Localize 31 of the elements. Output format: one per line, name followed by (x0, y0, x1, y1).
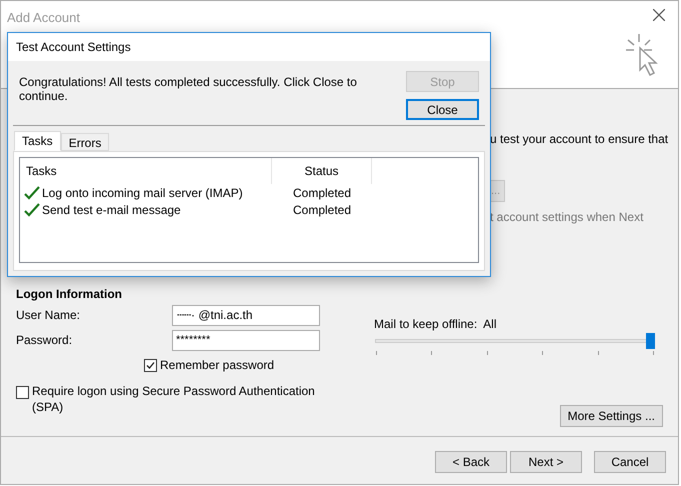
instruction-text: u test your account to ensure that (490, 131, 668, 148)
more-settings-button[interactable]: More Settings ... (560, 405, 663, 427)
slider-thumb[interactable] (646, 333, 655, 349)
column-header: Tasks (20, 158, 272, 184)
cursor-click-icon (626, 34, 660, 76)
task-name: Send test e-mail message (42, 202, 181, 218)
checkbox-label: Remember password (160, 357, 274, 374)
tab[interactable]: Tasks (14, 131, 61, 151)
dialog-button[interactable]: Close (406, 99, 479, 120)
tab[interactable]: Errors (60, 133, 110, 151)
wizard-button[interactable]: Next > (510, 451, 582, 473)
wizard-button[interactable]: < Back (435, 451, 507, 473)
checkbox-label: Require logon using Secure Password Authentication (SPA) (32, 383, 316, 415)
dialog-message: Congratulations! All tests completed successfully. Click Close to continue. (19, 74, 358, 105)
window-title: Add Account (7, 9, 80, 27)
task-status: Completed (292, 184, 352, 202)
checkbox[interactable] (16, 386, 29, 399)
field-label: User Name: (16, 307, 82, 324)
column-header: Status (272, 158, 372, 184)
field-label: Password: (16, 332, 74, 349)
wizard-button[interactable]: Cancel (594, 451, 666, 473)
input-field[interactable]: ┄┄· @tni.ac.th (172, 304, 320, 326)
dialog-title: Test Account Settings (16, 39, 131, 56)
offline-label: Mail to keep offline: (374, 316, 478, 333)
section-heading: Logon Information (16, 286, 123, 301)
offline-value: All (483, 316, 497, 333)
task-name: Log onto incoming mail server (IMAP) (42, 184, 243, 202)
task-status: Completed (292, 202, 352, 218)
input-field[interactable]: ******** (172, 330, 320, 350)
close-icon[interactable] (653, 9, 665, 21)
checkbox[interactable] (144, 358, 157, 372)
